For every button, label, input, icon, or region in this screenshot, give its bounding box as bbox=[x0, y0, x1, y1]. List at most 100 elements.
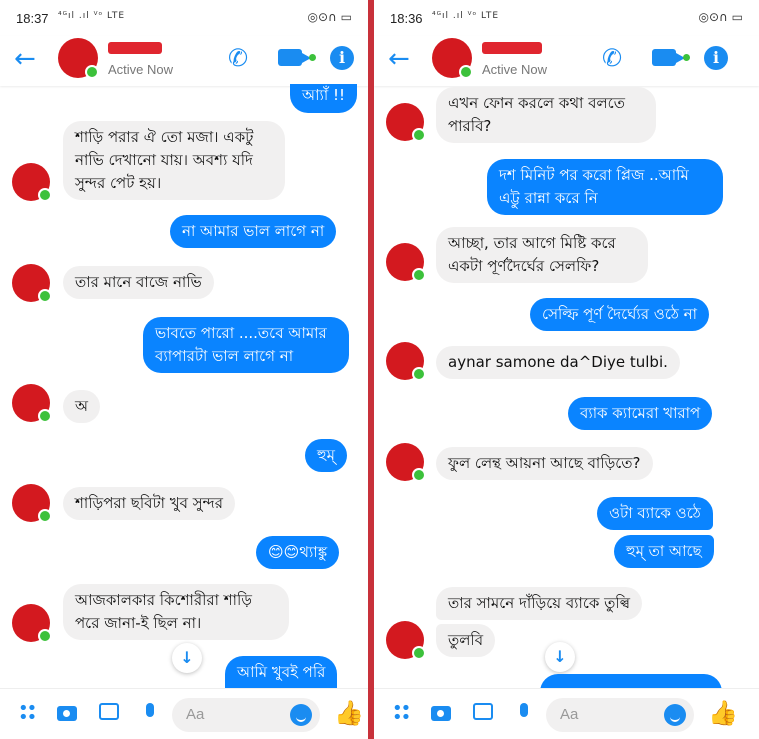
thumbs-up-icon[interactable]: 👍 bbox=[334, 699, 364, 727]
message-bubble-received[interactable]: অ bbox=[63, 390, 100, 423]
contact-avatar[interactable] bbox=[432, 38, 473, 79]
status-bar: 18:37 ⁴ᴳıl .ıl ⱽᵒ LTE ◎⊙∩ ▭ bbox=[0, 0, 368, 38]
message-bubble-received[interactable]: ফুল লেন্থ আয়না আছে বাড়িতে? bbox=[436, 447, 653, 480]
message-avatar[interactable] bbox=[386, 103, 426, 142]
message-line: সুন্দর পেট হয়। bbox=[75, 174, 162, 192]
emoji-icon[interactable] bbox=[290, 704, 312, 726]
active-status: Active Now bbox=[108, 62, 174, 77]
message-line: আজকালকার কিশোরীরা শাড়ি bbox=[75, 591, 252, 609]
info-icon[interactable]: i bbox=[330, 46, 354, 70]
chat-screenshot-left: 18:37 ⁴ᴳıl .ıl ⱽᵒ LTE ◎⊙∩ ▭ ← Active Now… bbox=[0, 0, 368, 739]
message-bubble-received[interactable]: aynar samone da^Diye tulbi. bbox=[436, 346, 680, 379]
microphone-icon[interactable] bbox=[146, 703, 154, 717]
message-bubble-received[interactable]: আচ্ছা, তার আগে মিষ্টি করে একটা পূর্ণদৈর্… bbox=[436, 227, 648, 283]
message-bubble-received[interactable]: তুলবি bbox=[436, 624, 496, 657]
message-text: আমি খুবই পরি bbox=[237, 663, 326, 681]
message-bubble-sent[interactable]: ওটা ব্যাকে ওঠে bbox=[597, 497, 713, 530]
message-text: 😊😊থ্যাঙ্কু bbox=[268, 543, 328, 561]
online-dot bbox=[38, 409, 52, 423]
message-line: এট্টু রান্না করে নি bbox=[499, 189, 598, 207]
info-icon[interactable]: i bbox=[704, 46, 728, 70]
thumbs-up-icon[interactable]: 👍 bbox=[708, 699, 738, 727]
back-arrow-icon[interactable]: ← bbox=[388, 46, 410, 72]
message-bubble-sent[interactable]: না আমার ভাল লাগে না bbox=[170, 215, 337, 248]
message-line: পারবি? bbox=[448, 117, 492, 135]
chat-header: ← Active Now ✆ i bbox=[0, 36, 368, 86]
online-dot bbox=[459, 65, 473, 79]
message-bubble-received[interactable]: আজকালকার কিশোরীরা শাড়ি পরে জানা-ই ছিল ন… bbox=[63, 584, 289, 640]
online-dot bbox=[412, 268, 426, 282]
message-bubble-sent[interactable]: সেল্ফি পূর্ণ দৈর্ঘ্যের ওঠে না bbox=[530, 298, 709, 331]
signal-indicators: ⁴ᴳıl .ıl ⱽᵒ LTE bbox=[432, 11, 500, 21]
message-composer: •• •• Aa 👍 bbox=[374, 688, 759, 739]
camera-icon[interactable] bbox=[57, 706, 77, 721]
message-text: হুম্ bbox=[317, 446, 335, 464]
message-bubble-sent[interactable]: ব্যাক ক্যামেরা খারাপ bbox=[568, 397, 713, 430]
message-input[interactable]: Aa bbox=[546, 698, 694, 732]
redacted-contact-name bbox=[108, 42, 162, 54]
online-dot bbox=[38, 509, 52, 523]
message-bubble-sent[interactable]: 😊😊থ্যাঙ্কু bbox=[256, 536, 340, 569]
message-bubble-received[interactable]: এখন ফোন করলে কথা বলতে পারবি? bbox=[436, 87, 656, 143]
online-dot bbox=[38, 289, 52, 303]
online-dot bbox=[38, 629, 52, 643]
video-camera-icon[interactable] bbox=[652, 49, 685, 66]
message-text: ওটা ব্যাকে ওঠে bbox=[609, 504, 701, 522]
message-avatar[interactable] bbox=[12, 384, 52, 423]
scroll-down-arrow-icon[interactable]: ↓ bbox=[545, 642, 575, 672]
gallery-icon[interactable] bbox=[473, 703, 493, 720]
message-bubble-received[interactable]: শাড়ি পরার ঐ তো মজা। একটু নাভি দেখানো যা… bbox=[63, 121, 285, 200]
online-dot bbox=[412, 646, 426, 660]
message-avatar[interactable] bbox=[386, 342, 426, 381]
message-avatar[interactable] bbox=[386, 243, 426, 282]
phone-icon[interactable]: ✆ bbox=[602, 44, 622, 72]
message-bubble-sent[interactable]: দশ মিনিট পর করো প্লিজ ..আমি এট্টু রান্না… bbox=[487, 159, 723, 215]
message-bubble-sent[interactable]: হুম্ তা আছে bbox=[614, 535, 714, 568]
online-dot bbox=[412, 128, 426, 142]
message-line: এখন ফোন করলে কথা বলতে bbox=[448, 94, 625, 112]
message-bubble-sent[interactable]: হুম্ bbox=[305, 439, 347, 472]
message-bubble-sent[interactable]: ভাবতে পারো ....তবে আমার ব্যাপারটা ভাল লা… bbox=[143, 317, 349, 373]
message-text: aynar samone da^Diye tulbi. bbox=[448, 353, 668, 371]
message-input[interactable]: Aa bbox=[172, 698, 320, 732]
message-avatar[interactable] bbox=[12, 264, 52, 303]
message-text: আ্যাঁ !! bbox=[302, 86, 345, 104]
message-line: শাড়ি পরার ঐ তো মজা। একটু bbox=[75, 128, 254, 146]
message-text: শাড়িপরা ছবিটা খুব সুন্দর bbox=[75, 494, 223, 512]
message-bubble-sent[interactable]: আ্যাঁ !! bbox=[290, 84, 357, 113]
apps-grid-icon[interactable]: •• •• bbox=[392, 700, 411, 727]
message-bubble-sent[interactable]: আমি খুবই পরি bbox=[225, 656, 338, 689]
emoji-icon[interactable] bbox=[664, 704, 686, 726]
chat-header: ← Active Now ✆ i bbox=[374, 36, 759, 86]
message-avatar[interactable] bbox=[12, 604, 52, 643]
status-time: 18:36 bbox=[390, 11, 423, 26]
status-icons: ◎⊙∩ ▭ bbox=[307, 10, 352, 24]
message-bubble-received[interactable]: তার মানে বাজে নাভি bbox=[63, 266, 214, 299]
gallery-icon[interactable] bbox=[99, 703, 119, 720]
contact-avatar[interactable] bbox=[58, 38, 99, 79]
message-input-placeholder: Aa bbox=[560, 706, 579, 723]
message-bubble-received[interactable]: তার সামনে দাঁড়িয়ে ব্যাকে তুল্বি bbox=[436, 587, 643, 620]
message-text: হুম্ তা আছে bbox=[626, 542, 702, 560]
message-avatar[interactable] bbox=[12, 484, 52, 523]
camera-icon[interactable] bbox=[431, 706, 451, 721]
message-avatar[interactable] bbox=[386, 443, 426, 482]
message-text: তার মানে বাজে নাভি bbox=[75, 273, 202, 291]
message-bubble-received[interactable]: শাড়িপরা ছবিটা খুব সুন্দর bbox=[63, 487, 235, 520]
microphone-icon[interactable] bbox=[520, 703, 528, 717]
message-avatar[interactable] bbox=[386, 621, 426, 660]
message-composer: •• •• Aa 👍 bbox=[0, 688, 368, 739]
back-arrow-icon[interactable]: ← bbox=[14, 46, 36, 72]
active-status: Active Now bbox=[482, 62, 548, 77]
message-text: ব্যাক ক্যামেরা খারাপ bbox=[580, 404, 701, 422]
scroll-down-arrow-icon[interactable]: ↓ bbox=[172, 643, 202, 673]
phone-icon[interactable]: ✆ bbox=[228, 44, 248, 72]
status-bar: 18:36 ⁴ᴳıl .ıl ⱽᵒ LTE ◎⊙∩ ▭ bbox=[374, 0, 759, 38]
status-icons: ◎⊙∩ ▭ bbox=[698, 10, 743, 24]
apps-grid-icon[interactable]: •• •• bbox=[18, 700, 37, 727]
message-avatar[interactable] bbox=[12, 163, 52, 202]
message-line: একটা পূর্ণদৈর্ঘের সেলফি? bbox=[448, 257, 600, 275]
video-camera-icon[interactable] bbox=[278, 49, 311, 66]
message-text: তার সামনে দাঁড়িয়ে ব্যাকে তুল্বি bbox=[448, 594, 631, 612]
message-text: ফুল লেন্থ আয়না আছে বাড়িতে? bbox=[448, 454, 641, 472]
